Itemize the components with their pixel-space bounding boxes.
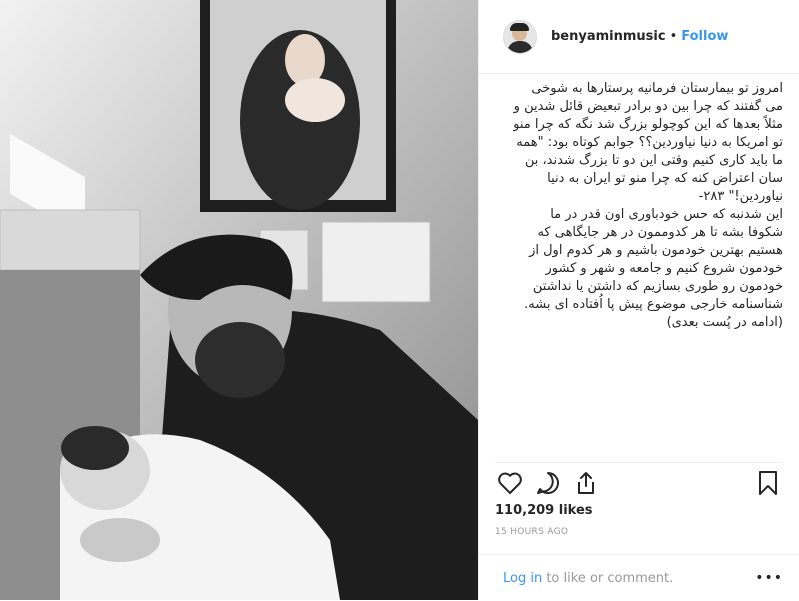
post-caption: امروز تو بیمارستان فرمانیه پرستارها به ش… (513, 80, 783, 340)
separator-dot: • (669, 29, 678, 44)
post-side-panel: benyaminmusic • Follow امروز تو بیمارستا… (478, 0, 799, 600)
post-timestamp[interactable]: 15 HOURS AGO (495, 527, 568, 537)
action-bar (495, 462, 783, 503)
caption-paragraph-2: این شدنبه که حس خودباوری اون قدر در ما ش… (524, 207, 783, 330)
avatar[interactable] (503, 19, 537, 54)
comment-button[interactable] (533, 468, 563, 498)
share-button[interactable] (571, 468, 601, 498)
login-link[interactable]: Log in (503, 571, 542, 586)
comment-icon (537, 472, 559, 494)
comment-login-bar: Log in to like or comment. ••• (479, 554, 799, 601)
caption-paragraph-1: امروز تو بیمارستان فرمانیه پرستارها به ش… (513, 81, 783, 204)
photo-artwork (0, 0, 478, 600)
post-header: benyaminmusic • Follow (479, 0, 799, 74)
like-count[interactable]: 110,209 likes (495, 503, 593, 518)
post-photo[interactable] (0, 0, 478, 600)
login-prompt-text: to like or comment. (542, 570, 674, 586)
heart-icon (498, 472, 522, 494)
share-icon (578, 472, 594, 494)
bookmark-icon (759, 471, 777, 495)
save-button[interactable] (753, 468, 783, 498)
like-button[interactable] (495, 468, 525, 498)
username-link[interactable]: benyaminmusic (551, 29, 666, 44)
follow-button[interactable]: Follow (681, 29, 728, 44)
instagram-post: benyaminmusic • Follow امروز تو بیمارستا… (0, 0, 799, 600)
more-options-button[interactable]: ••• (755, 570, 783, 586)
